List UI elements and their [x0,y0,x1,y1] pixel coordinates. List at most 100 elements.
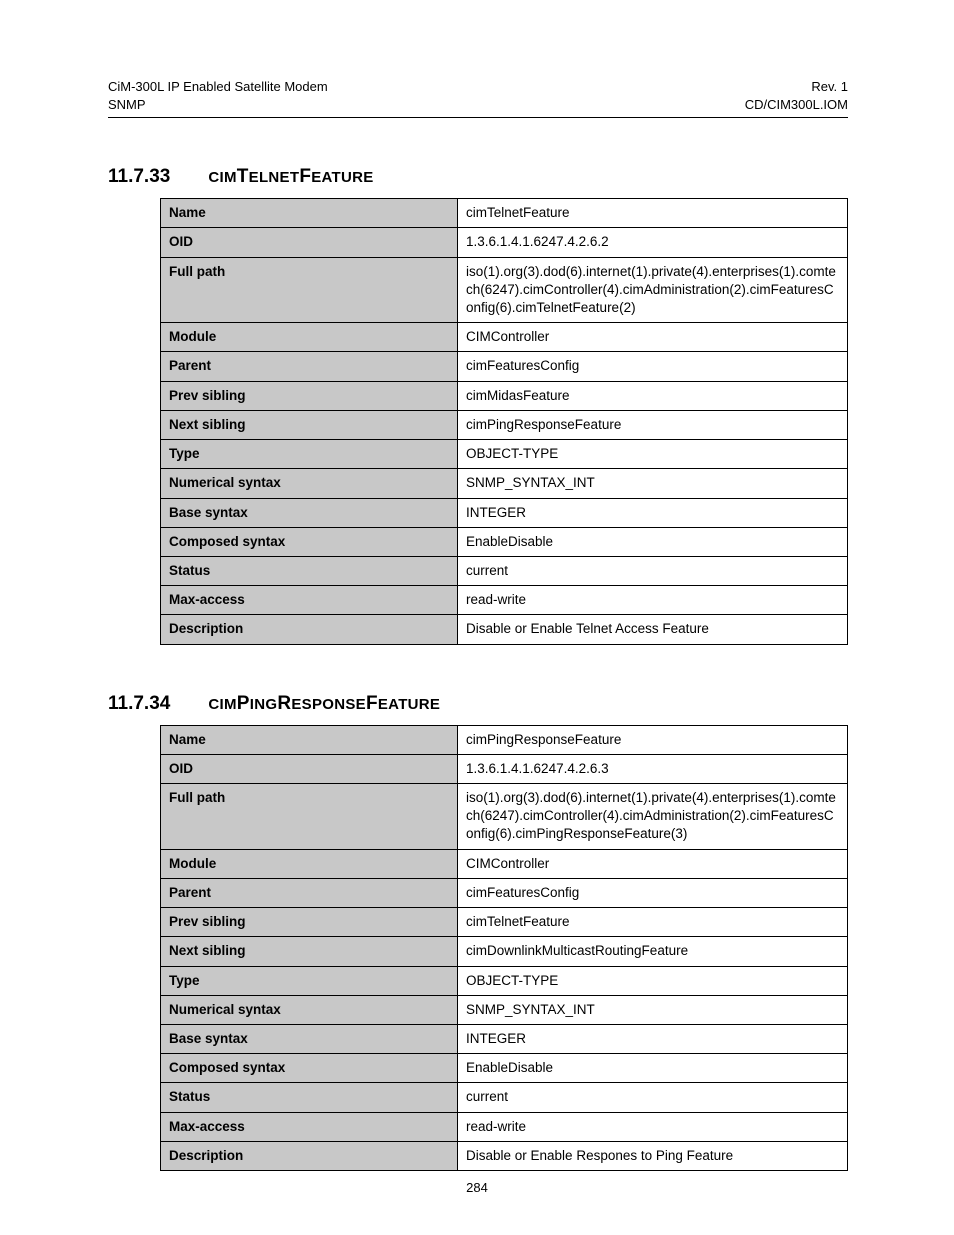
attr-value: Disable or Enable Telnet Access Feature [458,615,848,644]
attr-value: INTEGER [458,498,848,527]
table-row: TypeOBJECT-TYPE [161,440,848,469]
attr-key: OID [161,754,458,783]
table-row: ModuleCIMController [161,849,848,878]
table-row: Composed syntaxEnableDisable [161,527,848,556]
attr-value: cimFeaturesConfig [458,352,848,381]
table-row: Full pathiso(1).org(3).dod(6).internet(1… [161,257,848,323]
header-doc-id: CD/CIM300L.IOM [745,96,848,114]
attr-value: cimTelnetFeature [458,908,848,937]
attr-value: cimMidasFeature [458,381,848,410]
attr-value: iso(1).org(3).dod(6).internet(1).private… [458,257,848,323]
attr-key: Base syntax [161,498,458,527]
table-row: Statuscurrent [161,556,848,585]
attr-value: cimPingResponseFeature [458,410,848,439]
attr-value: Disable or Enable Respones to Ping Featu… [458,1141,848,1170]
table-row: ParentcimFeaturesConfig [161,878,848,907]
attr-value: current [458,1083,848,1112]
attr-value: SNMP_SYNTAX_INT [458,995,848,1024]
table-row: Next siblingcimDownlinkMulticastRoutingF… [161,937,848,966]
attr-value: cimTelnetFeature [458,199,848,228]
attr-key: Name [161,199,458,228]
attr-value: read-write [458,586,848,615]
attr-key: Composed syntax [161,1054,458,1083]
attr-key: Type [161,440,458,469]
table-row: Statuscurrent [161,1083,848,1112]
attr-value: EnableDisable [458,527,848,556]
table-row: Numerical syntaxSNMP_SYNTAX_INT [161,469,848,498]
attr-key: Status [161,1083,458,1112]
table-row: Full pathiso(1).org(3).dod(6).internet(1… [161,784,848,850]
attr-value: 1.3.6.1.4.1.6247.4.2.6.2 [458,228,848,257]
section-heading: 11.7.34 CIMPINGRESPONSEFEATURE [108,693,848,715]
section-heading: 11.7.33 CIMTELNETFEATURE [108,166,848,188]
attr-key: Parent [161,352,458,381]
attr-value: CIMController [458,323,848,352]
table-row: Max-accessread-write [161,1112,848,1141]
attr-value: OBJECT-TYPE [458,966,848,995]
table-row: DescriptionDisable or Enable Telnet Acce… [161,615,848,644]
section-number: 11.7.33 [108,166,170,188]
attr-key: Composed syntax [161,527,458,556]
attr-key: Status [161,556,458,585]
table-row: NamecimTelnetFeature [161,199,848,228]
page-header: CiM-300L IP Enabled Satellite Modem SNMP… [108,78,848,113]
attr-value: INTEGER [458,1025,848,1054]
attr-value: current [458,556,848,585]
attr-value: 1.3.6.1.4.1.6247.4.2.6.3 [458,754,848,783]
attr-value: read-write [458,1112,848,1141]
attr-key: Parent [161,878,458,907]
attr-key: Type [161,966,458,995]
header-right: Rev. 1 CD/CIM300L.IOM [745,78,848,113]
table-row: ParentcimFeaturesConfig [161,352,848,381]
attr-key: Prev sibling [161,381,458,410]
header-revision: Rev. 1 [745,78,848,96]
table-row: Max-accessread-write [161,586,848,615]
attr-key: Module [161,323,458,352]
attr-key: Next sibling [161,410,458,439]
table-row: Next siblingcimPingResponseFeature [161,410,848,439]
header-section-title: SNMP [108,96,328,114]
table-row: Prev siblingcimMidasFeature [161,381,848,410]
table-row: Base syntaxINTEGER [161,1025,848,1054]
attr-key: Description [161,1141,458,1170]
table-row: Composed syntaxEnableDisable [161,1054,848,1083]
attr-value: cimFeaturesConfig [458,878,848,907]
section-title: CIMTELNETFEATURE [208,166,373,188]
table-row: NamecimPingResponseFeature [161,725,848,754]
page: CiM-300L IP Enabled Satellite Modem SNMP… [0,0,954,1235]
attr-value: EnableDisable [458,1054,848,1083]
attribute-table: NamecimPingResponseFeatureOID1.3.6.1.4.1… [160,725,848,1172]
attr-value: iso(1).org(3).dod(6).internet(1).private… [458,784,848,850]
header-rule [108,117,848,118]
attr-key: Full path [161,257,458,323]
attr-key: Prev sibling [161,908,458,937]
section-number: 11.7.34 [108,693,170,715]
attr-value: CIMController [458,849,848,878]
attr-value: SNMP_SYNTAX_INT [458,469,848,498]
table-row: ModuleCIMController [161,323,848,352]
attr-key: Max-access [161,586,458,615]
attr-key: Max-access [161,1112,458,1141]
attr-key: Full path [161,784,458,850]
attr-key: Numerical syntax [161,469,458,498]
section-title: CIMPINGRESPONSEFEATURE [208,693,440,715]
table-row: TypeOBJECT-TYPE [161,966,848,995]
table-row: Prev siblingcimTelnetFeature [161,908,848,937]
attr-value: cimPingResponseFeature [458,725,848,754]
attr-key: Base syntax [161,1025,458,1054]
attr-key: Numerical syntax [161,995,458,1024]
attr-key: Name [161,725,458,754]
attr-value: OBJECT-TYPE [458,440,848,469]
header-left: CiM-300L IP Enabled Satellite Modem SNMP [108,78,328,113]
header-product-title: CiM-300L IP Enabled Satellite Modem [108,78,328,96]
attr-key: Module [161,849,458,878]
page-number: 284 [0,1180,954,1195]
table-row: Base syntaxINTEGER [161,498,848,527]
attr-value: cimDownlinkMulticastRoutingFeature [458,937,848,966]
attr-key: Description [161,615,458,644]
table-row: DescriptionDisable or Enable Respones to… [161,1141,848,1170]
attr-key: OID [161,228,458,257]
table-row: OID1.3.6.1.4.1.6247.4.2.6.3 [161,754,848,783]
table-row: Numerical syntaxSNMP_SYNTAX_INT [161,995,848,1024]
table-row: OID1.3.6.1.4.1.6247.4.2.6.2 [161,228,848,257]
